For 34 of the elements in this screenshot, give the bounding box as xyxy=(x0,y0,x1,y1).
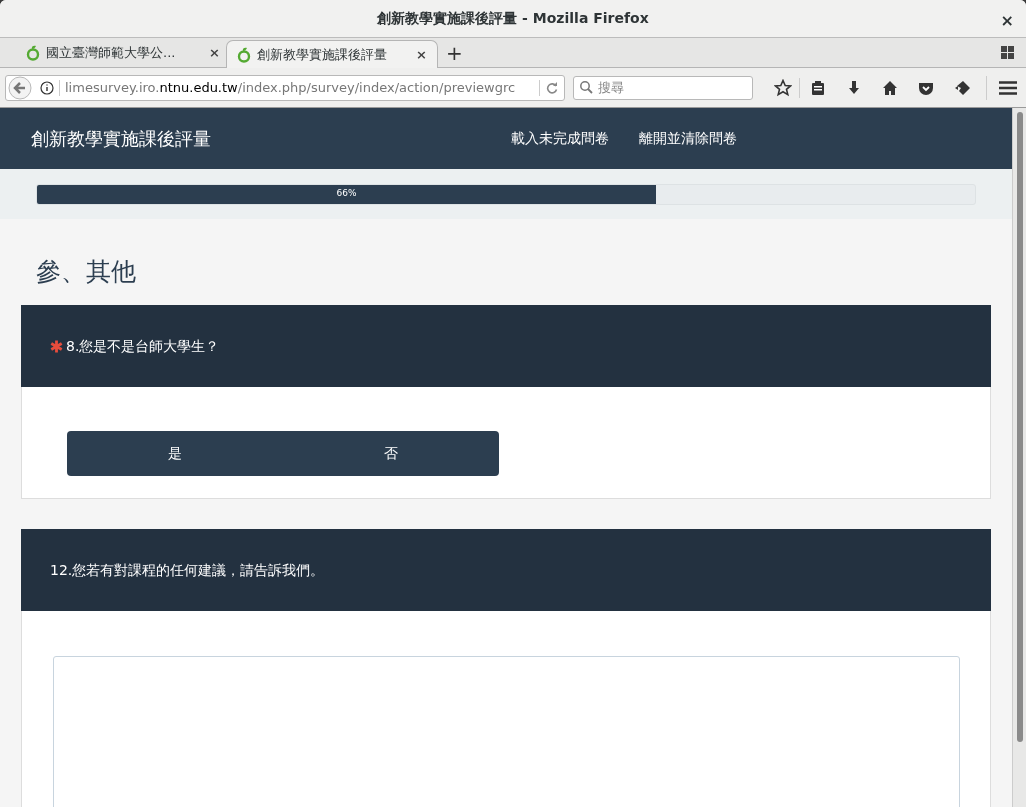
menu-icon[interactable] xyxy=(999,80,1017,95)
scrollbar[interactable] xyxy=(1012,108,1026,807)
tab-title: 國立臺灣師範大學公... xyxy=(46,44,177,63)
site-title: 創新教學實施課後評量 xyxy=(31,127,211,151)
puzzle-icon[interactable] xyxy=(954,79,972,96)
browser-tab[interactable]: 創新教學實施課後評量 × xyxy=(226,40,438,68)
close-button[interactable]: × xyxy=(1000,9,1014,33)
nav-link[interactable]: 載入未完成問卷 xyxy=(511,128,609,149)
question-text: 12.您若有對課程的任何建議，請告訴我們。 xyxy=(50,560,325,580)
nav-link[interactable]: 離開並清除問卷 xyxy=(639,128,737,149)
tab-grid-icon[interactable] xyxy=(1001,46,1014,59)
window-title: 創新教學實施課後評量 - Mozilla Firefox xyxy=(377,10,649,26)
star-icon[interactable] xyxy=(774,78,792,97)
answer-option[interactable]: 是 xyxy=(67,431,283,476)
search-field[interactable]: 搜尋 xyxy=(573,75,753,100)
url-text: limesurvey.iro.ntnu.edu.tw/index.php/survey/index/action/previewgrc xyxy=(65,78,517,97)
reload-icon[interactable] xyxy=(546,81,558,94)
progress-label: 66% xyxy=(336,187,357,201)
download-icon[interactable] xyxy=(846,79,862,96)
new-tab-button[interactable]: + xyxy=(438,39,471,67)
info-icon[interactable] xyxy=(40,80,54,95)
url-field[interactable]: limesurvey.iro.ntnu.edu.tw/index.php/survey/index/action/previewgrc xyxy=(5,74,565,101)
leaf-logo-icon xyxy=(237,46,251,63)
tab-close-button[interactable]: × xyxy=(416,44,427,65)
search-icon xyxy=(579,80,593,95)
section-heading: 參、其他 xyxy=(35,257,137,287)
tab-title: 創新教學實施課後評量 xyxy=(257,45,388,64)
browser-tab[interactable]: 國立臺灣師範大學公... × xyxy=(20,39,226,67)
answer-option[interactable]: 否 xyxy=(283,431,499,476)
tab-close-button[interactable]: × xyxy=(209,43,220,63)
clipboard-icon[interactable] xyxy=(810,79,826,96)
leaf-logo-icon xyxy=(26,45,40,61)
question-text: 8.您是不是台師大學生？ xyxy=(66,336,220,356)
home-icon[interactable] xyxy=(882,79,898,96)
